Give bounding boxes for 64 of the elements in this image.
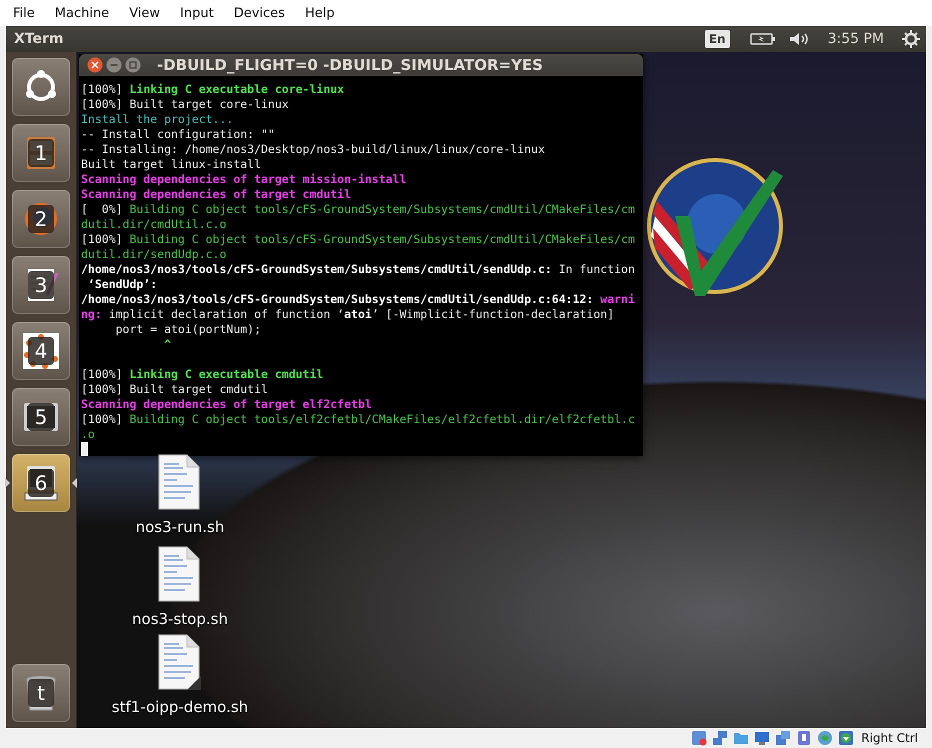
menu-item[interactable]: Input xyxy=(179,6,215,20)
launcher-item[interactable]: t xyxy=(12,664,70,722)
script-shortcut-icon[interactable] xyxy=(157,634,203,692)
terminal-line: Scanning dependencies of target elf2cfetbl xyxy=(81,397,372,412)
terminal-line: [100%] Built target cmdutil xyxy=(81,382,268,397)
launcher-item[interactable] xyxy=(12,58,70,116)
app-title: XTerm xyxy=(14,31,64,47)
shortcut-number: 3 xyxy=(28,271,54,299)
launcher-item[interactable]: 2 xyxy=(12,190,70,248)
display-icon[interactable] xyxy=(754,730,770,746)
active-indicator-icon xyxy=(5,478,10,488)
terminal-line: [100%] Building C object tools/elf2cfetbl/CMakeFiles/elf2cfetbl.dir/elf2cfetbl.c xyxy=(81,412,635,427)
terminal-line: -- Installing: /home/nos3/Desktop/nos3-build/linux/linux/core-linux xyxy=(81,142,545,157)
screens-icon[interactable] xyxy=(775,730,792,746)
terminal-line: .o xyxy=(81,427,95,442)
menu-item[interactable]: Help xyxy=(304,6,336,20)
file-name[interactable]: stf1-oipp-demo.sh xyxy=(112,698,248,716)
menu-item[interactable]: File xyxy=(12,6,36,20)
file-name[interactable]: nos3-stop.sh xyxy=(132,610,228,628)
network-icon[interactable] xyxy=(712,730,728,746)
clock[interactable]: 3:55 PM xyxy=(828,31,884,47)
terminal-line: dutil.dir/sendUdp.c.o xyxy=(81,247,226,262)
terminal-line: /home/nos3/nos3/tools/cFS-GroundSystem/Subsystems/cmdUtil/sendUdp.c:64:12: warni xyxy=(81,292,635,307)
terminal-line: ^ xyxy=(163,337,172,352)
launcher-item[interactable]: 1 xyxy=(12,124,70,182)
shortcut-number: 4 xyxy=(28,337,54,365)
shortcut-number: 5 xyxy=(28,403,54,431)
settings-icon[interactable] xyxy=(902,30,920,48)
terminal-line: port = atoi(portNum); xyxy=(114,322,262,337)
launcher-item[interactable]: 5 xyxy=(12,388,70,446)
terminal-line: [100%] Building C object tools/cFS-GroundSystem/Subsystems/cmdUtil/CMakeFiles/cm xyxy=(81,232,635,247)
terminal-line: Install the project... xyxy=(81,112,234,127)
menu-item[interactable]: View xyxy=(128,6,162,20)
terminal-line: [100%] Linking C executable cmdutil xyxy=(81,367,324,382)
close-icon[interactable] xyxy=(87,57,103,73)
keyboard-layout-indicator[interactable]: En xyxy=(704,30,730,48)
shortcut-number: 6 xyxy=(28,469,54,497)
menu-item[interactable]: Devices xyxy=(232,6,286,20)
shortcut-number: t xyxy=(28,679,54,707)
terminal-line: /home/nos3/nos3/tools/cFS-GroundSystem/Subsystems/cmdUtil/sendUdp.c: In function xyxy=(81,262,635,277)
host-key-label: Right Ctrl xyxy=(861,731,918,745)
launcher-item[interactable]: 3 xyxy=(12,256,70,314)
volume-icon[interactable] xyxy=(788,31,810,47)
terminal-line: [ 0%] Building C object tools/cFS-GroundSystem/Subsystems/cmdUtil/CMakeFiles/cm xyxy=(81,202,635,217)
terminal-line: Scanning dependencies of target cmdutil xyxy=(81,187,352,202)
file-name[interactable]: nos3-run.sh xyxy=(136,518,224,536)
terminal-line: -- Install configuration: "" xyxy=(81,127,275,142)
terminal-line: dutil.dir/cmdUtil.c.o xyxy=(81,217,226,232)
maximize-icon[interactable] xyxy=(125,57,141,73)
terminal-line: [100%] Built target core-linux xyxy=(81,97,289,112)
window-title: -DBUILD_FLIGHT=0 -DBUILD_SIMULATOR=YES xyxy=(157,56,543,74)
terminal-line: Built target linux-install xyxy=(81,157,262,172)
globe-icon[interactable] xyxy=(817,730,834,746)
text-cursor xyxy=(81,442,88,456)
shortcut-number: 1 xyxy=(28,139,54,167)
download-arrow-icon[interactable] xyxy=(838,730,854,746)
terminal-line: Scanning dependencies of target mission-install xyxy=(81,172,406,187)
menu-item[interactable]: Machine xyxy=(54,6,110,20)
terminal-line: ng: implicit declaration of function ‘atoi’ [-Wimplicit-function-declaration] xyxy=(81,307,614,322)
shortcut-number: 2 xyxy=(28,205,54,233)
terminal-line: [100%] Linking C executable core-linux xyxy=(81,82,344,97)
launcher-item[interactable]: 4 xyxy=(12,322,70,380)
battery-icon[interactable] xyxy=(750,32,776,46)
terminal-line: ‘SendUdp’: xyxy=(86,277,158,292)
